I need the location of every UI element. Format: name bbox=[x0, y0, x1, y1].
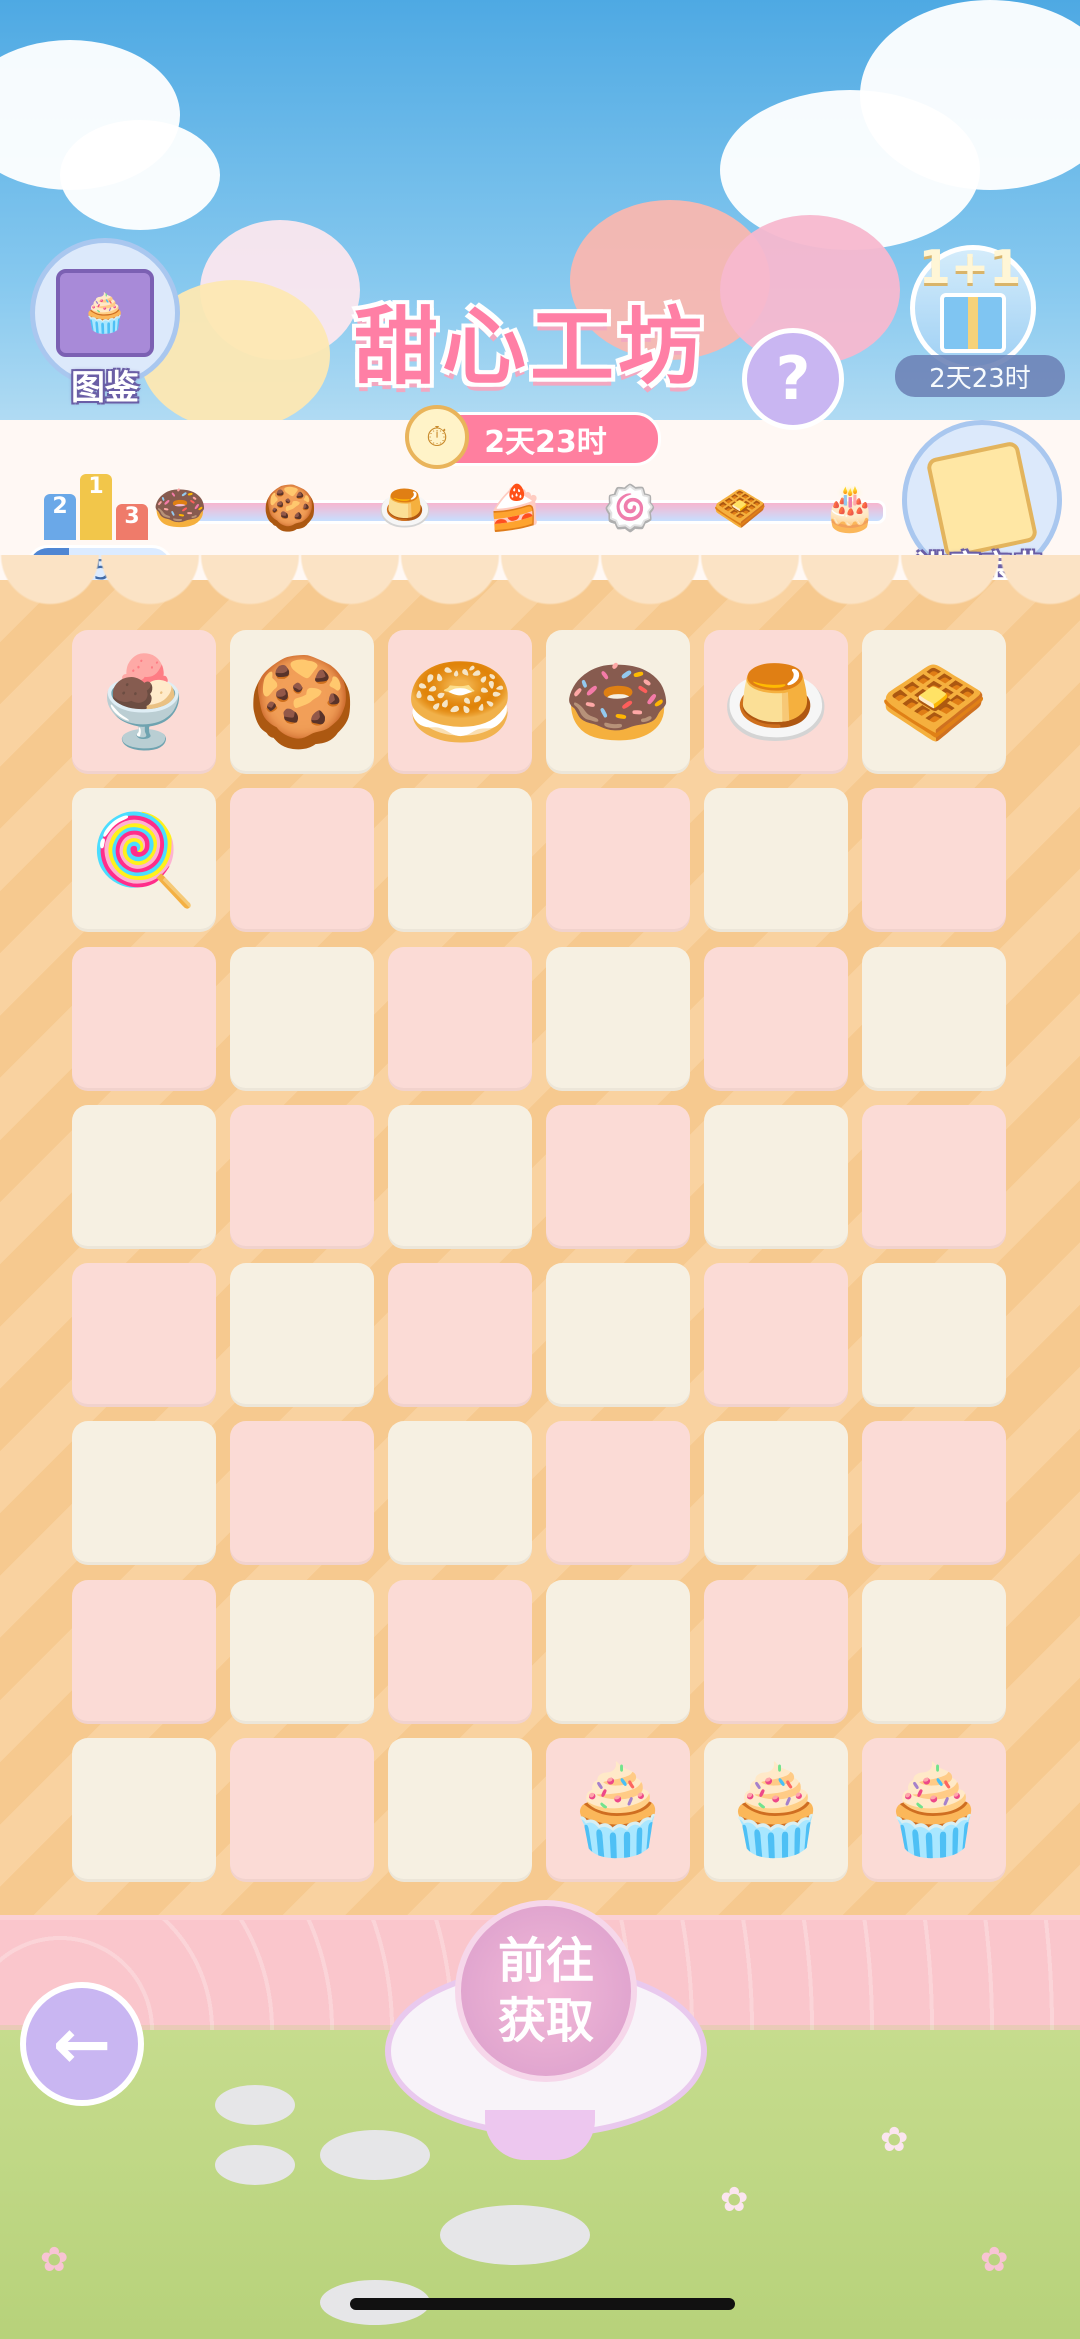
event-title: 甜心工坊 bbox=[353, 297, 706, 396]
dessert-icon: 🍮 bbox=[721, 650, 831, 753]
board-cell-empty[interactable] bbox=[388, 1104, 532, 1249]
board-cell-empty[interactable] bbox=[388, 1421, 532, 1566]
board-cell-empty[interactable] bbox=[862, 1579, 1006, 1724]
home-indicator bbox=[350, 2298, 735, 2310]
board-cell-empty[interactable] bbox=[546, 946, 690, 1091]
clock-icon: ⏱ bbox=[405, 405, 469, 469]
board-cell-empty[interactable] bbox=[862, 1421, 1006, 1566]
go-get-label-line2: 获取 bbox=[497, 1993, 594, 2049]
board-cell-item[interactable]: 🧁 bbox=[862, 1738, 1006, 1883]
track-reward-icon: 🎂 bbox=[822, 483, 878, 534]
go-get-label-line1: 前往 bbox=[497, 1933, 594, 1989]
board-cell-empty[interactable] bbox=[72, 1579, 216, 1724]
gift-timer: 2天23时 bbox=[895, 355, 1065, 397]
board-cell-empty[interactable] bbox=[546, 1263, 690, 1408]
dessert-icon: 🥯 bbox=[405, 650, 515, 753]
board-cell-empty[interactable] bbox=[388, 1579, 532, 1724]
flower-icon: ✿ bbox=[980, 2240, 1009, 2280]
board-cell-empty[interactable] bbox=[72, 1104, 216, 1249]
atlas-label: 图鉴 bbox=[71, 368, 139, 408]
back-button[interactable]: ← bbox=[20, 1982, 144, 2106]
track-reward-icon: 🍪 bbox=[262, 483, 318, 534]
board-cell-empty[interactable] bbox=[546, 1579, 690, 1724]
stepping-stone bbox=[320, 2130, 430, 2180]
board-cell-item[interactable]: 🍭 bbox=[72, 788, 216, 933]
stepping-stone bbox=[215, 2085, 295, 2125]
podium-first: 1 bbox=[80, 474, 112, 540]
leaderboard-podium[interactable]: 2 1 3 bbox=[40, 460, 160, 540]
board-cell-empty[interactable] bbox=[546, 1104, 690, 1249]
stepping-stone bbox=[440, 2205, 590, 2265]
track-reward-icon: 🍰 bbox=[487, 483, 543, 534]
board-cell-empty[interactable] bbox=[230, 1738, 374, 1883]
dessert-icon: 🍪 bbox=[247, 650, 357, 753]
board-cell-empty[interactable] bbox=[388, 788, 532, 933]
cloud bbox=[60, 120, 220, 230]
scallop-edge bbox=[0, 555, 1080, 615]
board-cell-item[interactable]: 🍮 bbox=[704, 630, 848, 774]
stepping-stone bbox=[215, 2145, 295, 2185]
board-cell-empty[interactable] bbox=[72, 1738, 216, 1883]
board-cell-empty[interactable] bbox=[862, 1104, 1006, 1249]
dessert-icon: 🧇 bbox=[879, 650, 989, 753]
book-icon: 🧁 bbox=[56, 269, 154, 357]
board-cell-item[interactable]: 🍨 bbox=[72, 630, 216, 774]
dessert-icon: 🧁 bbox=[721, 1758, 831, 1862]
board-cell-empty[interactable] bbox=[704, 1421, 848, 1566]
flower-icon: ✿ bbox=[40, 2240, 69, 2280]
podium-third: 3 bbox=[116, 504, 148, 540]
board-cell-item[interactable]: 🧁 bbox=[704, 1738, 848, 1883]
merge-board: 🍨 🍪 🥯 🍩 🍮 🧇 🍭 🧁 🧁 🧁 bbox=[72, 630, 1008, 1883]
board-cell-item[interactable]: 🧇 bbox=[862, 630, 1006, 774]
board-cell-empty[interactable] bbox=[72, 1421, 216, 1566]
board-cell-empty[interactable] bbox=[388, 1263, 532, 1408]
flower-icon: ✿ bbox=[720, 2180, 749, 2220]
board-cell-empty[interactable] bbox=[862, 788, 1006, 933]
dessert-icon: 🍭 bbox=[89, 808, 199, 912]
track-reward-icon: 🍮 bbox=[377, 483, 433, 534]
podium-second: 2 bbox=[44, 494, 76, 540]
track-reward-icon: 🧇 bbox=[712, 483, 768, 534]
board-cell-empty[interactable] bbox=[388, 946, 532, 1091]
board-cell-item[interactable]: 🧁 bbox=[546, 1738, 690, 1883]
dessert-icon: 🍩 bbox=[563, 650, 673, 753]
question-icon: ? bbox=[775, 344, 811, 414]
board-cell-empty[interactable] bbox=[230, 1263, 374, 1408]
board-cell-empty[interactable] bbox=[704, 788, 848, 933]
track-reward-icon: 🍥 bbox=[602, 483, 658, 534]
board-cell-item[interactable]: 🍩 bbox=[546, 630, 690, 774]
board-cell-empty[interactable] bbox=[704, 1579, 848, 1724]
board-cell-empty[interactable] bbox=[230, 1421, 374, 1566]
board-cell-empty[interactable] bbox=[704, 1263, 848, 1408]
board-cell-empty[interactable] bbox=[230, 1104, 374, 1249]
board-cell-empty[interactable] bbox=[230, 1579, 374, 1724]
board-cell-empty[interactable] bbox=[546, 1421, 690, 1566]
board-cell-empty[interactable] bbox=[230, 946, 374, 1091]
board-cell-empty[interactable] bbox=[862, 1263, 1006, 1408]
board-cell-empty[interactable] bbox=[704, 946, 848, 1091]
flower-icon: ✿ bbox=[880, 2120, 909, 2160]
dessert-icon: 🧁 bbox=[563, 1758, 673, 1862]
board-cell-item[interactable]: 🥯 bbox=[388, 630, 532, 774]
board-cell-empty[interactable] bbox=[230, 788, 374, 933]
board-cell-empty[interactable] bbox=[704, 1104, 848, 1249]
help-button[interactable]: ? bbox=[742, 328, 844, 430]
gift-badge: 1+1 bbox=[918, 240, 1022, 294]
event-title-banner: 甜心工坊 bbox=[320, 275, 740, 405]
back-arrow-icon: ← bbox=[52, 2003, 112, 2085]
dessert-icon: 🧁 bbox=[879, 1758, 989, 1862]
board-cell-empty[interactable] bbox=[546, 788, 690, 933]
dessert-icon: 🍨 bbox=[89, 650, 199, 753]
board-cell-empty[interactable] bbox=[72, 1263, 216, 1408]
board-cell-item[interactable]: 🍪 bbox=[230, 630, 374, 774]
board-cell-empty[interactable] bbox=[862, 946, 1006, 1091]
go-get-button[interactable]: 前往 获取 bbox=[455, 1900, 637, 2082]
board-cell-empty[interactable] bbox=[72, 946, 216, 1091]
board-cell-empty[interactable] bbox=[388, 1738, 532, 1883]
gift-box-icon bbox=[940, 293, 1006, 353]
